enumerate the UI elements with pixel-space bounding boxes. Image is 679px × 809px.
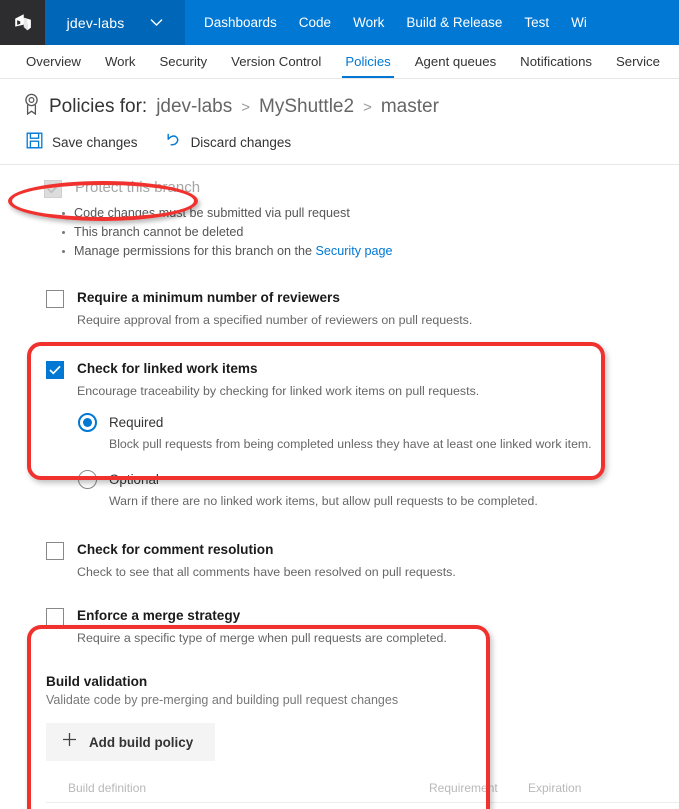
discard-changes-label: Discard changes	[190, 135, 292, 150]
policies-content: Protect this branch Code changes must be…	[0, 165, 679, 809]
require-reviewers-section: Require a minimum number of reviewers Re…	[0, 261, 679, 328]
require-reviewers-desc: Require approval from a specified number…	[77, 313, 473, 327]
bullet-item-security: Manage permissions for this branch on th…	[60, 242, 679, 261]
column-header-requirement: Requirement	[429, 781, 498, 795]
linked-work-items-checkbox[interactable]	[46, 361, 64, 379]
merge-strategy-label: Enforce a merge strategy	[77, 608, 241, 623]
merge-strategy-desc: Require a specific type of merge when pu…	[77, 631, 447, 645]
top-nav-item-test[interactable]: Test	[513, 0, 560, 45]
page-header: Policies for: jdev-labs > MyShuttle2 > m…	[0, 79, 679, 120]
require-reviewers-row[interactable]: Require a minimum number of reviewers Re…	[46, 289, 679, 328]
subnav-item-service-hooks[interactable]: Service	[604, 45, 672, 78]
subnav-item-overview[interactable]: Overview	[14, 45, 93, 78]
plus-icon	[62, 732, 77, 752]
top-nav-item-code[interactable]: Code	[288, 0, 342, 45]
top-nav-item-dashboards[interactable]: Dashboards	[193, 0, 288, 45]
option-required-row[interactable]: Required Block pull requests from being …	[78, 413, 679, 452]
column-header-expiration: Expiration	[528, 781, 582, 795]
protect-this-branch-section: Protect this branch Code changes must be…	[0, 165, 679, 261]
breadcrumb-separator-1: >	[241, 98, 251, 116]
option-optional-label: Optional	[109, 472, 159, 487]
azure-devops-logo-icon	[14, 13, 31, 30]
table-header-row: Build definition Requirement Expiration	[46, 781, 679, 803]
subnav-item-policies[interactable]: Policies	[333, 45, 402, 78]
linked-work-items-section: Check for linked work items Encourage tr…	[0, 328, 679, 509]
option-optional-radio[interactable]	[78, 470, 97, 489]
merge-strategy-section: Enforce a merge strategy Require a speci…	[0, 580, 679, 646]
subnav-item-security[interactable]: Security	[148, 45, 220, 78]
page-title: Policies for:	[49, 95, 148, 117]
linked-work-items-desc: Encourage traceability by checking for l…	[77, 384, 480, 398]
linked-work-items-row[interactable]: Check for linked work items Encourage tr…	[46, 360, 679, 399]
top-nav-item-wiki[interactable]: Wi	[560, 0, 598, 45]
project-settings-subnav: Overview Work Security Version Control P…	[0, 45, 679, 79]
project-name: jdev-labs	[66, 14, 125, 31]
subnav-item-agent-queues[interactable]: Agent queues	[403, 45, 508, 78]
merge-strategy-checkbox[interactable]	[46, 608, 64, 626]
comment-resolution-section: Check for comment resolution Check to se…	[0, 509, 679, 580]
add-build-policy-label: Add build policy	[89, 734, 194, 750]
option-required-radio[interactable]	[78, 413, 97, 432]
chevron-down-icon	[150, 14, 163, 32]
page-toolbar: Save changes Discard changes	[0, 120, 679, 165]
breadcrumb-project[interactable]: jdev-labs	[156, 96, 232, 118]
discard-changes-button[interactable]: Discard changes	[164, 131, 292, 154]
breadcrumb: Policies for: jdev-labs > MyShuttle2 > m…	[49, 96, 439, 118]
breadcrumb-repository[interactable]: MyShuttle2	[259, 96, 354, 118]
protect-this-branch-row[interactable]: Protect this branch	[44, 179, 679, 198]
linked-work-items-label: Check for linked work items	[77, 361, 258, 376]
checkmark-icon	[47, 184, 59, 194]
subnav-item-work[interactable]: Work	[93, 45, 148, 78]
build-validation-title: Build validation	[46, 674, 148, 689]
subnav-item-notifications[interactable]: Notifications	[508, 45, 604, 78]
protect-this-branch-bullets: Code changes must be submitted via pull …	[44, 204, 679, 261]
subnav-item-version-control[interactable]: Version Control	[219, 45, 333, 78]
bullet-item: Code changes must be submitted via pull …	[60, 204, 679, 223]
security-page-link[interactable]: Security page	[316, 244, 393, 258]
require-reviewers-label: Require a minimum number of reviewers	[77, 290, 340, 305]
protect-this-branch-label: Protect this branch	[75, 179, 201, 196]
bullet-text: Manage permissions for this branch on th…	[74, 244, 316, 258]
bullet-item: This branch cannot be deleted	[60, 223, 679, 242]
checkmark-icon	[49, 365, 61, 375]
top-nav-item-work[interactable]: Work	[342, 0, 395, 45]
comment-resolution-row[interactable]: Check for comment resolution Check to se…	[46, 541, 679, 580]
column-header-build-definition: Build definition	[68, 781, 147, 795]
top-nav-items: Dashboards Code Work Build & Release Tes…	[185, 0, 598, 45]
project-selector[interactable]: jdev-labs	[45, 0, 185, 45]
option-required-desc: Block pull requests from being completed…	[109, 437, 592, 451]
option-optional-row[interactable]: Optional Warn if there are no linked wor…	[78, 470, 679, 509]
table-row[interactable]: MyShuttle2 Required Expires after 12 hou…	[46, 803, 679, 809]
linked-work-items-options: Required Block pull requests from being …	[46, 413, 679, 509]
policy-ribbon-icon	[22, 93, 41, 120]
comment-resolution-checkbox[interactable]	[46, 542, 64, 560]
build-policies-table: Build definition Requirement Expiration …	[46, 781, 679, 809]
breadcrumb-separator-2: >	[363, 98, 372, 116]
option-optional-desc: Warn if there are no linked work items, …	[109, 494, 538, 508]
add-build-policy-button[interactable]: Add build policy	[46, 723, 216, 761]
save-changes-button[interactable]: Save changes	[26, 132, 138, 154]
top-nav-item-build-release[interactable]: Build & Release	[395, 0, 513, 45]
build-validation-section: Build validation Validate code by pre-me…	[0, 646, 679, 809]
require-reviewers-checkbox[interactable]	[46, 290, 64, 308]
radio-dot-icon	[83, 418, 92, 427]
comment-resolution-desc: Check to see that all comments have been…	[77, 565, 456, 579]
protect-this-branch-checkbox	[44, 180, 62, 198]
save-changes-label: Save changes	[52, 135, 138, 150]
option-required-label: Required	[109, 415, 164, 430]
breadcrumb-branch[interactable]: master	[381, 96, 439, 118]
comment-resolution-label: Check for comment resolution	[77, 542, 274, 557]
top-navigation-bar: jdev-labs Dashboards Code Work Build & R…	[0, 0, 679, 45]
merge-strategy-row[interactable]: Enforce a merge strategy Require a speci…	[46, 607, 679, 646]
undo-arrow-icon	[164, 131, 182, 154]
save-floppy-icon	[26, 132, 43, 154]
build-validation-subtitle: Validate code by pre-merging and buildin…	[46, 693, 399, 707]
azure-devops-logo[interactable]	[0, 0, 45, 45]
